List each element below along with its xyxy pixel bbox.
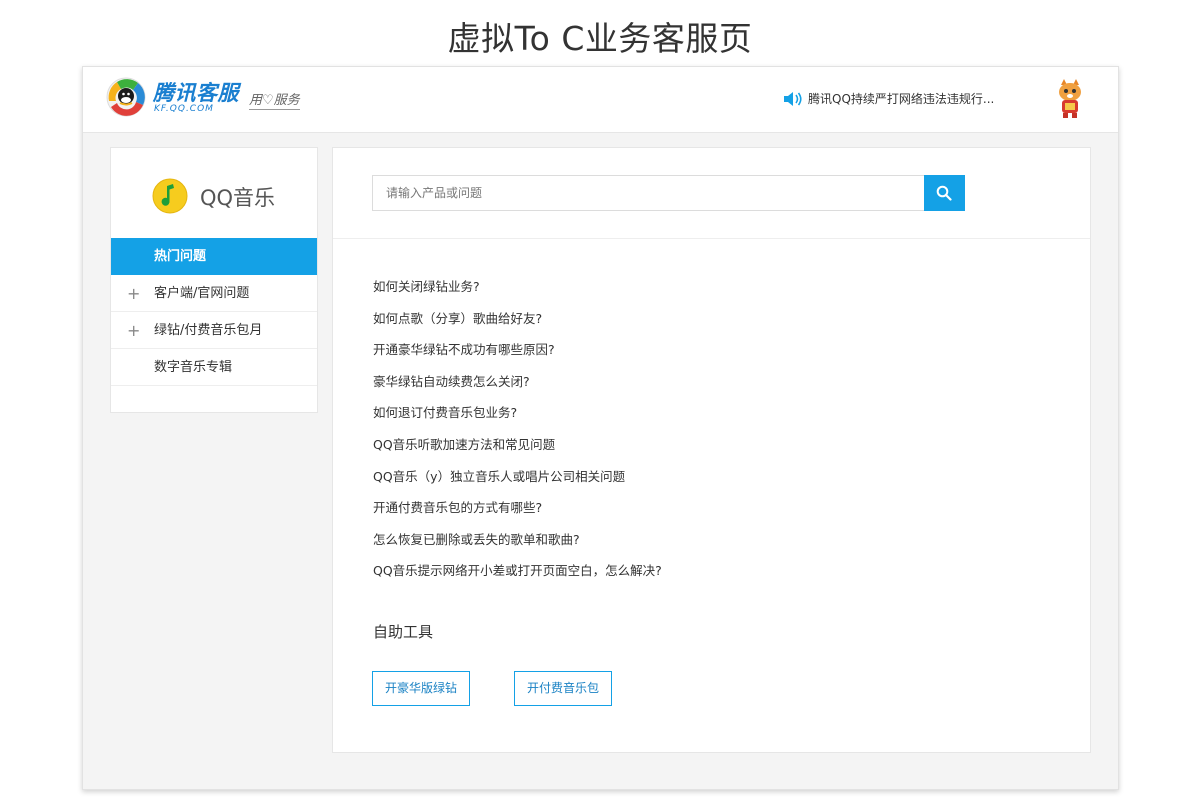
faq-list: 如何关闭绿钻业务? 如何点歌（分享）歌曲给好友? 开通豪华绿钻不成功有哪些原因?…: [373, 271, 662, 587]
main-panel: 如何关闭绿钻业务? 如何点歌（分享）歌曲给好友? 开通豪华绿钻不成功有哪些原因?…: [332, 147, 1091, 753]
sidebar: QQ音乐 热门问题 + 客户端/官网问题 + 绿钻/付费音乐包月 数字音乐专辑: [110, 147, 318, 413]
notice-link[interactable]: 腾讯QQ持续严打网络违法违规行...: [808, 90, 994, 107]
tencent-logo-icon[interactable]: [105, 75, 147, 119]
faq-link[interactable]: 开通付费音乐包的方式有哪些?: [373, 492, 662, 524]
sidebar-item-hot-questions[interactable]: 热门问题: [111, 238, 317, 275]
sidebar-item-client-website[interactable]: + 客户端/官网问题: [111, 275, 317, 312]
top-bar: 腾讯客服 KF.QQ.COM 用♡服务 腾讯QQ持续严打网络违法违规行...: [83, 67, 1118, 133]
self-service-tools-title: 自助工具: [373, 623, 434, 641]
open-luxury-green-diamond-button[interactable]: 开豪华版绿钻: [372, 671, 471, 706]
page-title: 虚拟To C业务客服页: [447, 19, 753, 58]
search-icon: [936, 185, 952, 201]
brand-name[interactable]: 腾讯客服: [153, 77, 239, 107]
sidebar-item-digital-album[interactable]: 数字音乐专辑: [111, 349, 317, 386]
sidebar-nav: 热门问题 + 客户端/官网问题 + 绿钻/付费音乐包月 数字音乐专辑: [111, 238, 317, 386]
qq-music-icon: [152, 178, 188, 214]
faq-link[interactable]: 怎么恢复已删除或丢失的歌单和歌曲?: [373, 524, 662, 556]
sidebar-item-green-diamond[interactable]: + 绿钻/付费音乐包月: [111, 312, 317, 349]
faq-link[interactable]: QQ音乐（y）独立音乐人或唱片公司相关问题: [373, 461, 662, 493]
mascot-icon[interactable]: [1055, 79, 1085, 119]
faq-link[interactable]: 豪华绿钻自动续费怎么关闭?: [373, 366, 662, 398]
slogan: 用♡服务: [249, 89, 300, 110]
search-button[interactable]: [924, 175, 965, 211]
expand-plus-icon[interactable]: +: [127, 275, 140, 312]
sidebar-item-label: 数字音乐专辑: [154, 360, 233, 375]
sidebar-item-label: 客户端/官网问题: [154, 286, 250, 301]
faq-link[interactable]: 如何关闭绿钻业务?: [373, 271, 662, 303]
open-paid-music-package-button[interactable]: 开付费音乐包: [514, 671, 613, 706]
expand-plus-icon[interactable]: +: [127, 312, 140, 349]
faq-link[interactable]: 开通豪华绿钻不成功有哪些原因?: [373, 334, 662, 366]
speaker-icon: [784, 92, 802, 106]
faq-link[interactable]: 如何点歌（分享）歌曲给好友?: [373, 303, 662, 335]
sidebar-item-label: 热门问题: [154, 249, 207, 264]
browser-frame: 腾讯客服 KF.QQ.COM 用♡服务 腾讯QQ持续严打网络违法违规行... Q…: [82, 66, 1119, 790]
search-box: [372, 175, 965, 211]
product-name: QQ音乐: [200, 186, 276, 210]
search-input[interactable]: [373, 176, 923, 210]
sidebar-item-label: 绿钻/付费音乐包月: [154, 323, 263, 338]
faq-link[interactable]: QQ音乐听歌加速方法和常见问题: [373, 429, 662, 461]
faq-link[interactable]: 如何退订付费音乐包业务?: [373, 397, 662, 429]
divider: [333, 238, 1090, 239]
brand-domain: KF.QQ.COM: [154, 104, 214, 114]
faq-link[interactable]: QQ音乐提示网络开小差或打开页面空白，怎么解决?: [373, 555, 662, 587]
